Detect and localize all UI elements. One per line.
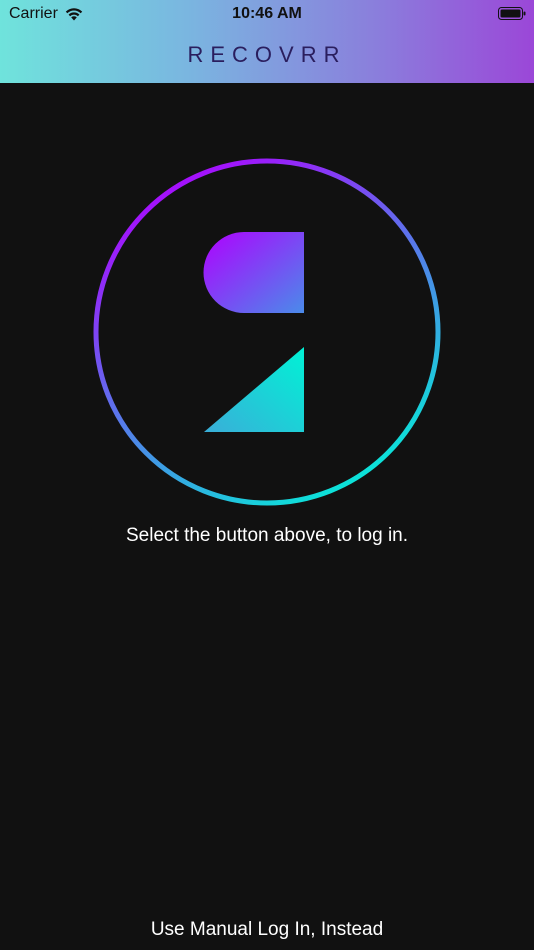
status-time: 10:46 AM — [232, 5, 302, 22]
battery-icon — [498, 7, 526, 20]
biometric-login-button[interactable] — [92, 157, 442, 507]
app-header: Carrier 10:46 AM RECOVRR — [0, 0, 534, 83]
app-title: RECOVRR — [187, 42, 347, 67]
recovrr-logo-icon — [93, 158, 441, 506]
manual-login-link[interactable]: Use Manual Log In, Instead — [0, 919, 534, 941]
status-bar: Carrier 10:46 AM — [0, 0, 534, 28]
login-prompt: Select the button above, to log in. — [125, 525, 409, 546]
